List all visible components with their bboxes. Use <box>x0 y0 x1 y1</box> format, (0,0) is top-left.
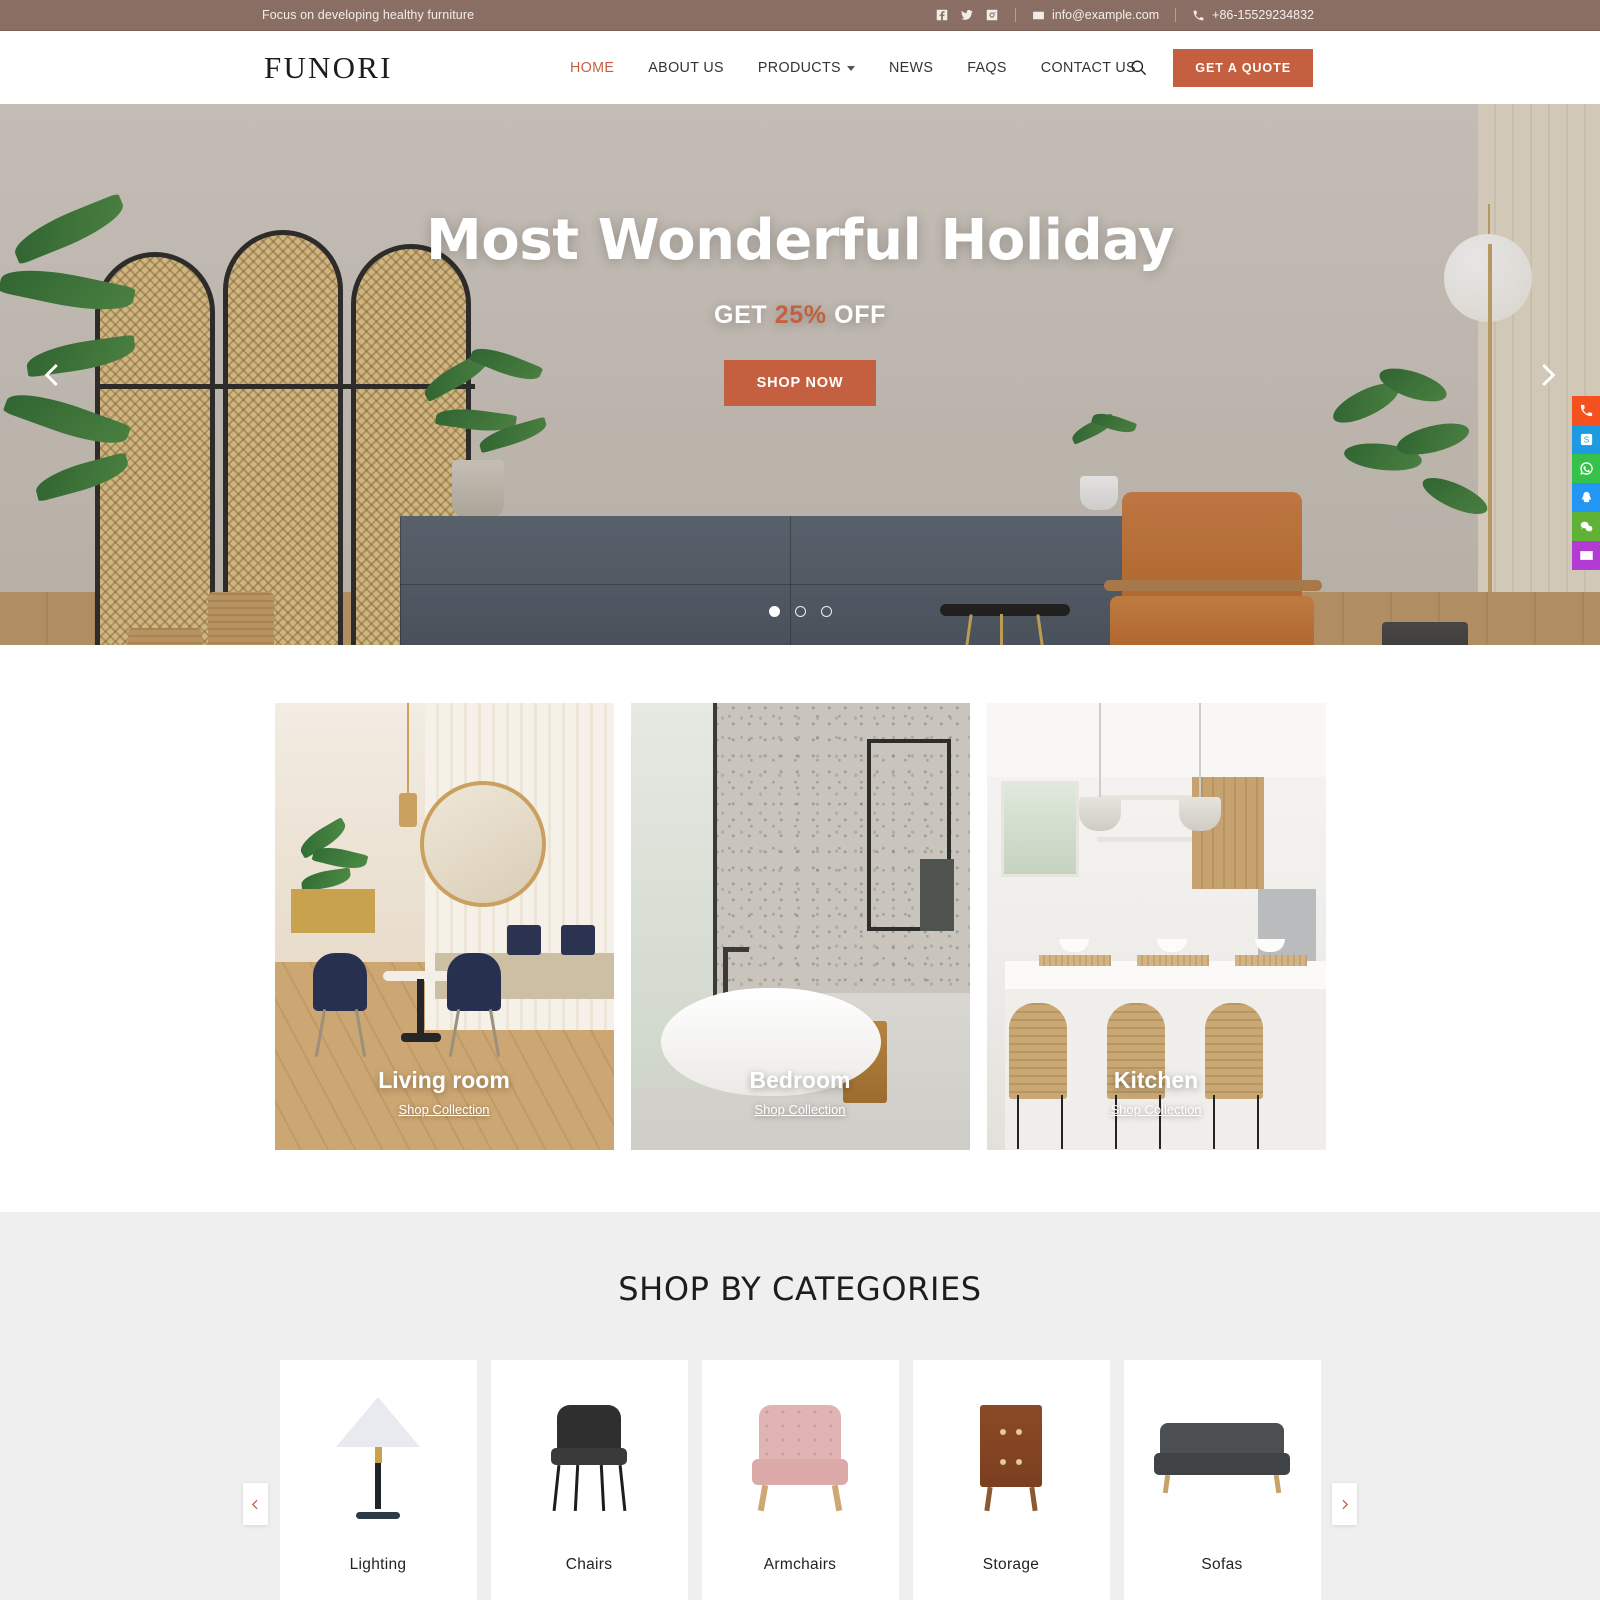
hero-subtitle: GET 25% OFF <box>0 301 1600 330</box>
room-card-bedroom-link[interactable]: Shop Collection <box>631 1102 970 1117</box>
hero-dot-2[interactable] <box>794 606 806 617</box>
nav-item-about-us[interactable]: ABOUT US <box>631 60 741 76</box>
nav-item-about-us-label: ABOUT US <box>648 59 724 76</box>
chevron-down-icon <box>846 66 855 71</box>
top-bar: Focus on developing healthy furniture in… <box>0 0 1600 31</box>
nav-item-products-label: PRODUCTS <box>757 59 841 76</box>
chevron-right-icon <box>1542 363 1556 386</box>
facebook-icon[interactable] <box>935 8 949 22</box>
top-bar-email[interactable]: info@example.com <box>1032 8 1159 22</box>
room-card-living-room-label: Living room <box>378 1067 510 1093</box>
hero-subtitle-suffix: OFF <box>826 301 886 329</box>
hero-subtitle-prefix: GET <box>714 301 775 329</box>
top-bar-divider-2 <box>1175 8 1177 22</box>
nav-item-home-label: HOME <box>570 59 615 76</box>
hero-carousel: Most Wonderful Holiday GET 25% OFF SHOP … <box>0 104 1600 645</box>
category-card-lighting[interactable]: Lighting <box>279 1360 477 1600</box>
hero-dot-1[interactable] <box>768 606 780 617</box>
top-bar-phone[interactable]: +86-15529234832 <box>1192 8 1314 22</box>
hero-dot-3[interactable] <box>820 606 832 617</box>
nav-item-faqs-label: FAQS <box>967 59 1007 76</box>
hero-pagination-dots <box>0 606 1600 617</box>
chevron-right-icon <box>1342 1499 1349 1509</box>
search-icon[interactable] <box>1129 58 1148 77</box>
categories-next-arrow[interactable] <box>1332 1483 1357 1525</box>
get-a-quote-button[interactable]: GET A QUOTE <box>1173 48 1313 87</box>
envelope-icon <box>1033 11 1044 19</box>
dresser-thumb <box>912 1360 1110 1556</box>
room-card-bedroom-label: Bedroom <box>749 1067 851 1093</box>
top-bar-contact-group: info@example.com +86-15529234832 <box>935 8 1314 22</box>
hero-discount-value: 25% <box>774 301 827 329</box>
site-header: FUNORI HOME ABOUT US PRODUCTS NEWS FAQS … <box>0 31 1600 104</box>
category-card-lighting-label: Lighting <box>349 1556 407 1573</box>
shop-by-categories-section: SHOP BY CATEGORIES Lighting Chairs Armch… <box>0 1212 1600 1600</box>
room-card-living-room-link[interactable]: Shop Collection <box>275 1102 614 1117</box>
twitter-icon[interactable] <box>960 8 974 22</box>
shop-by-categories-title: SHOP BY CATEGORIES <box>618 1270 982 1308</box>
chevron-left-icon <box>44 363 58 386</box>
room-card-kitchen[interactable]: Kitchen Shop Collection <box>986 703 1326 1150</box>
top-bar-email-text: info@example.com <box>1051 8 1160 22</box>
nav-item-products[interactable]: PRODUCTS <box>741 60 872 76</box>
hero-next-arrow[interactable] <box>1526 354 1568 396</box>
nav-item-news[interactable]: NEWS <box>872 60 950 76</box>
rail-skype-icon[interactable]: S <box>1572 425 1600 454</box>
shop-now-button[interactable]: SHOP NOW <box>723 360 877 406</box>
armchair-thumb <box>701 1360 899 1556</box>
rail-qq-icon[interactable] <box>1572 483 1600 512</box>
category-card-chairs[interactable]: Chairs <box>490 1360 688 1600</box>
category-card-armchairs[interactable]: Armchairs <box>701 1360 899 1600</box>
category-card-storage-label: Storage <box>982 1556 1040 1573</box>
category-card-storage[interactable]: Storage <box>912 1360 1110 1600</box>
category-card-sofas-label: Sofas <box>1201 1556 1243 1573</box>
hero-content: Most Wonderful Holiday GET 25% OFF SHOP … <box>0 208 1600 406</box>
nav-item-home[interactable]: HOME <box>553 60 631 76</box>
rail-whatsapp-icon[interactable] <box>1572 454 1600 483</box>
nav-item-faqs[interactable]: FAQS <box>950 60 1024 76</box>
room-collections-section: Living room Shop Collection Bedroom Shop… <box>0 645 1600 1212</box>
category-card-armchairs-label: Armchairs <box>763 1556 837 1573</box>
top-bar-slogan: Focus on developing healthy furniture <box>262 8 475 22</box>
rail-phone-icon[interactable] <box>1572 396 1600 425</box>
dining-chair-thumb <box>490 1360 688 1556</box>
table-lamp-thumb <box>279 1360 477 1556</box>
room-card-living-room[interactable]: Living room Shop Collection <box>274 703 614 1150</box>
chevron-left-icon <box>251 1499 258 1509</box>
room-card-kitchen-link[interactable]: Shop Collection <box>987 1102 1326 1117</box>
rail-email-icon[interactable] <box>1572 541 1600 570</box>
instagram-icon[interactable] <box>985 8 999 22</box>
categories-prev-arrow[interactable] <box>243 1483 268 1525</box>
floating-contact-rail: S <box>1572 396 1600 570</box>
svg-text:S: S <box>1583 436 1589 445</box>
category-card-sofas[interactable]: Sofas <box>1123 1360 1321 1600</box>
room-card-kitchen-label: Kitchen <box>1113 1067 1199 1093</box>
site-logo[interactable]: FUNORI <box>264 50 393 86</box>
nav-item-contact-us-label: CONTACT US <box>1040 59 1136 76</box>
top-bar-social-links <box>935 8 999 22</box>
top-bar-phone-text: +86-15529234832 <box>1212 8 1314 22</box>
phone-icon <box>1193 10 1204 20</box>
main-navigation: HOME ABOUT US PRODUCTS NEWS FAQS CONTACT… <box>553 60 1153 76</box>
hero-title: Most Wonderful Holiday <box>425 208 1175 273</box>
sofa-thumb <box>1123 1360 1321 1556</box>
header-actions: GET A QUOTE <box>1129 48 1313 87</box>
rail-wechat-icon[interactable] <box>1572 512 1600 541</box>
category-card-chairs-label: Chairs <box>565 1556 613 1573</box>
top-bar-divider-1 <box>1014 8 1016 22</box>
nav-item-news-label: NEWS <box>888 59 934 76</box>
room-card-bedroom[interactable]: Bedroom Shop Collection <box>630 703 970 1150</box>
hero-prev-arrow[interactable] <box>32 354 74 396</box>
categories-carousel: Lighting Chairs Armchairs Storage Sofas <box>0 1360 1600 1600</box>
